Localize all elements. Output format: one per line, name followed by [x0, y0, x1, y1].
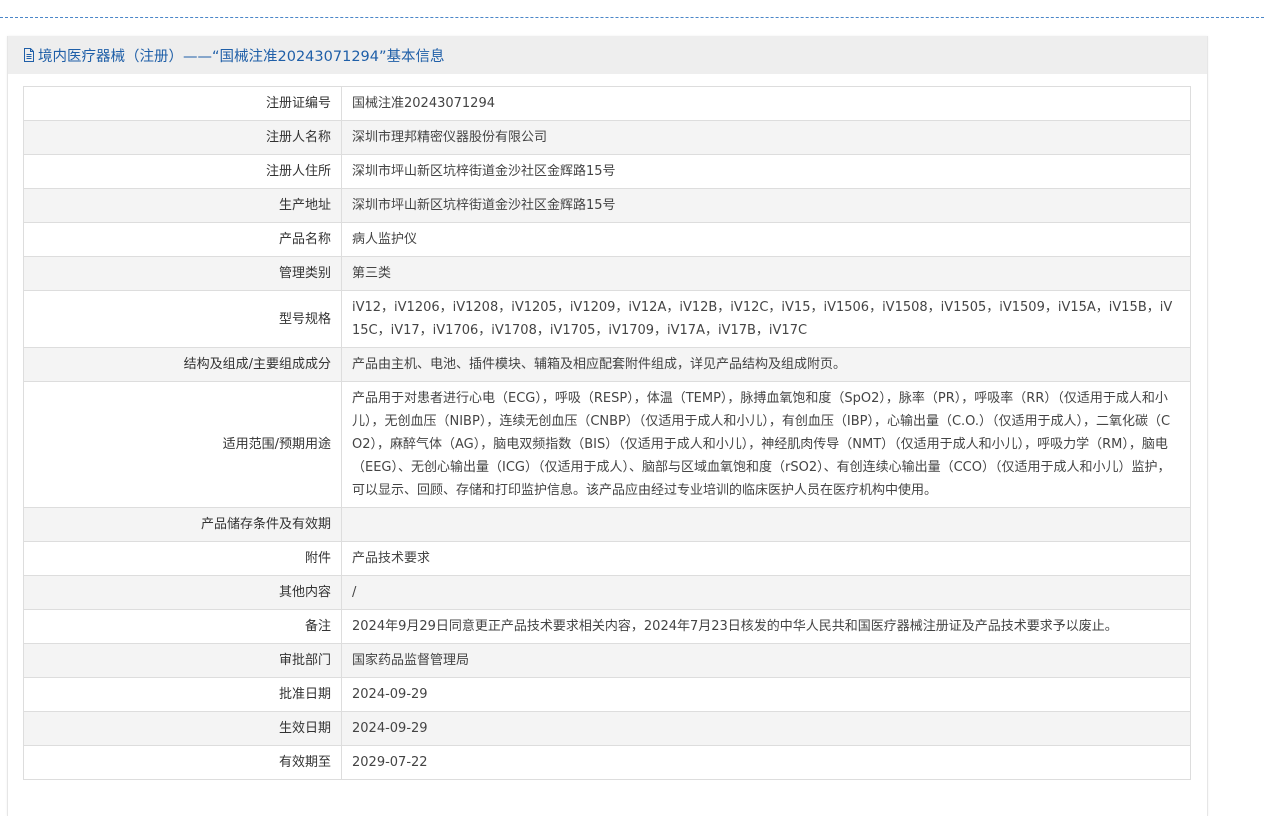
field-value: 病人监护仪: [341, 222, 1191, 257]
panel-header: 境内医疗器械（注册）——“国械注准20243071294”基本信息: [8, 36, 1207, 74]
table-row: 附件 产品技术要求: [23, 541, 1191, 576]
field-label: 适用范围/预期用途: [23, 381, 342, 508]
field-label: 有效期至: [23, 745, 342, 780]
info-table: 注册证编号 国械注准20243071294 注册人名称 深圳市理邦精密仪器股份有…: [23, 86, 1191, 780]
field-value: 2024-09-29: [341, 711, 1191, 746]
field-value: 产品用于对患者进行心电（ECG），呼吸（RESP），体温（TEMP），脉搏血氧饱…: [341, 381, 1191, 508]
field-value: 第三类: [341, 256, 1191, 291]
field-value: 国家药品监督管理局: [341, 643, 1191, 678]
field-label: 生效日期: [23, 711, 342, 746]
field-label: 型号规格: [23, 290, 342, 348]
field-label: 批准日期: [23, 677, 342, 712]
table-row: 注册人住所 深圳市坪山新区坑梓街道金沙社区金辉路15号: [23, 154, 1191, 189]
field-value: [341, 507, 1191, 542]
field-value: 深圳市理邦精密仪器股份有限公司: [341, 120, 1191, 155]
table-row: 生效日期 2024-09-29: [23, 711, 1191, 746]
field-value: 2024年9月29日同意更正产品技术要求相关内容，2024年7月23日核发的中华…: [341, 609, 1191, 644]
field-label: 产品储存条件及有效期: [23, 507, 342, 542]
document-icon: [23, 48, 35, 62]
table-row: 产品名称 病人监护仪: [23, 222, 1191, 257]
table-row: 适用范围/预期用途 产品用于对患者进行心电（ECG），呼吸（RESP），体温（T…: [23, 381, 1191, 508]
field-value: 产品技术要求: [341, 541, 1191, 576]
table-row: 产品储存条件及有效期: [23, 507, 1191, 542]
table-row: 审批部门 国家药品监督管理局: [23, 643, 1191, 678]
field-label: 审批部门: [23, 643, 342, 678]
field-label: 其他内容: [23, 575, 342, 610]
field-label: 结构及组成/主要组成成分: [23, 347, 342, 382]
table-row: 备注 2024年9月29日同意更正产品技术要求相关内容，2024年7月23日核发…: [23, 609, 1191, 644]
table-row: 型号规格 iV12，iV1206，iV1208，iV1205，iV1209，iV…: [23, 290, 1191, 348]
field-label: 注册证编号: [23, 86, 342, 121]
field-label: 备注: [23, 609, 342, 644]
top-divider: [0, 17, 1264, 18]
info-panel: 境内医疗器械（注册）——“国械注准20243071294”基本信息 注册证编号 …: [7, 36, 1208, 816]
table-row: 生产地址 深圳市坪山新区坑梓街道金沙社区金辉路15号: [23, 188, 1191, 223]
field-value: 2024-09-29: [341, 677, 1191, 712]
table-row: 注册人名称 深圳市理邦精密仪器股份有限公司: [23, 120, 1191, 155]
field-value: iV12，iV1206，iV1208，iV1205，iV1209，iV12A，i…: [341, 290, 1191, 348]
field-value: 2029-07-22: [341, 745, 1191, 780]
field-value: 产品由主机、电池、插件模块、辅箱及相应配套附件组成，详见产品结构及组成附页。: [341, 347, 1191, 382]
field-value: 深圳市坪山新区坑梓街道金沙社区金辉路15号: [341, 154, 1191, 189]
table-row: 管理类别 第三类: [23, 256, 1191, 291]
field-value: /: [341, 575, 1191, 610]
field-label: 附件: [23, 541, 342, 576]
field-label: 注册人住所: [23, 154, 342, 189]
table-row: 批准日期 2024-09-29: [23, 677, 1191, 712]
field-value: 深圳市坪山新区坑梓街道金沙社区金辉路15号: [341, 188, 1191, 223]
table-row: 有效期至 2029-07-22: [23, 745, 1191, 780]
panel-title: 境内医疗器械（注册）——“国械注准20243071294”基本信息: [38, 48, 445, 65]
field-label: 注册人名称: [23, 120, 342, 155]
table-row: 注册证编号 国械注准20243071294: [23, 86, 1191, 121]
field-label: 生产地址: [23, 188, 342, 223]
field-label: 管理类别: [23, 256, 342, 291]
field-value: 国械注准20243071294: [341, 86, 1191, 121]
table-row: 结构及组成/主要组成成分 产品由主机、电池、插件模块、辅箱及相应配套附件组成，详…: [23, 347, 1191, 382]
table-row: 其他内容 /: [23, 575, 1191, 610]
field-label: 产品名称: [23, 222, 342, 257]
